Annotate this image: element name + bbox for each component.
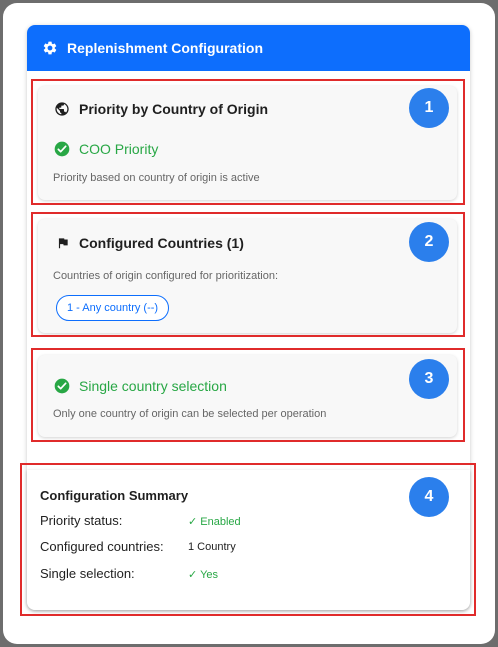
- panel-title: Replenishment Configuration: [67, 40, 263, 56]
- highlight-box: [31, 79, 465, 205]
- highlight-box: [31, 348, 465, 442]
- gear-icon: [42, 40, 58, 56]
- panel-header: Replenishment Configuration: [27, 25, 470, 71]
- number-badge: 1: [409, 88, 449, 128]
- number-badge: 4: [409, 477, 449, 517]
- number-badge: 2: [409, 222, 449, 262]
- highlight-box: [31, 212, 465, 337]
- number-badge: 3: [409, 359, 449, 399]
- highlight-box: [20, 463, 476, 616]
